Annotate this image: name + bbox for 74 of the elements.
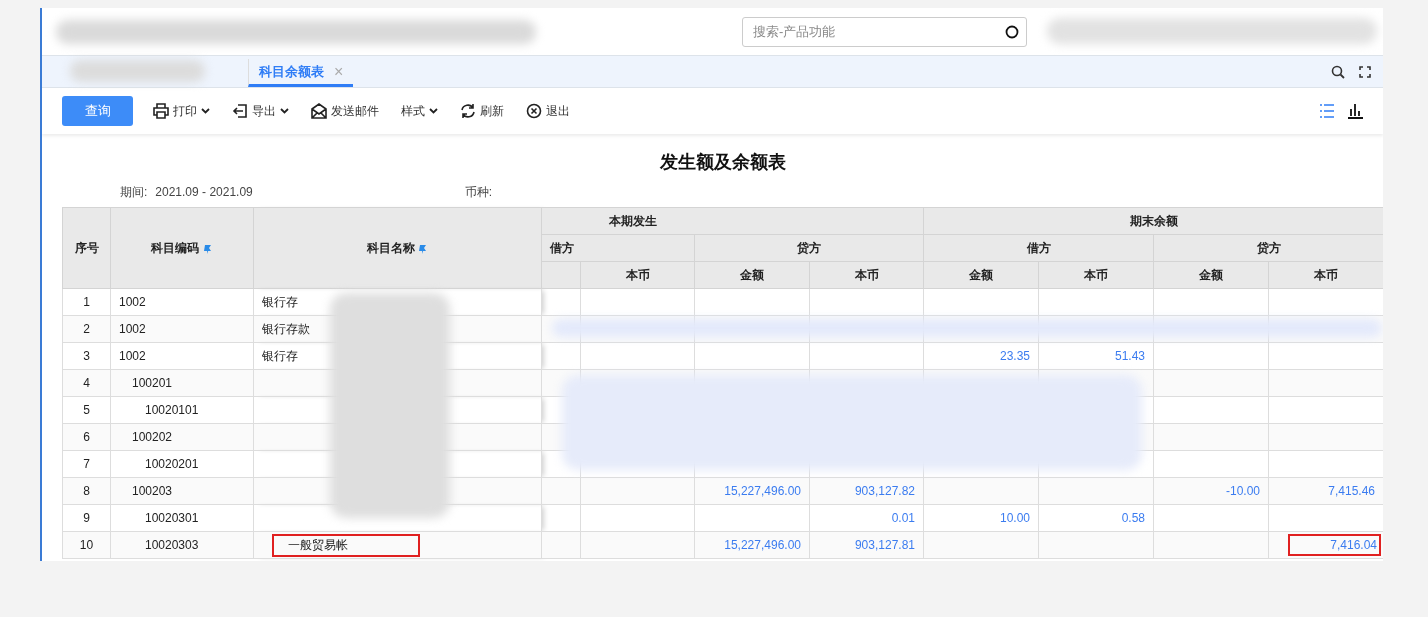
pin-icon[interactable] — [418, 242, 429, 254]
amount-value: 23.35 — [999, 349, 1030, 363]
row-number: 9 — [83, 511, 90, 525]
row-number: 5 — [83, 403, 90, 417]
column-group-header: 借方 — [541, 234, 695, 262]
account-name: 银行存款 — [262, 320, 310, 338]
envelope-icon — [311, 103, 327, 119]
amount-value: 7,416.04 — [1288, 534, 1381, 556]
account-code: 10020301 — [144, 511, 199, 525]
toolbar-button[interactable]: 发送邮件 — [311, 102, 379, 120]
row-number: 7 — [83, 457, 90, 471]
column-group-header: 借方 — [923, 234, 1154, 262]
row-number: 10 — [79, 538, 94, 552]
toolbar-button[interactable]: 退出 — [526, 102, 570, 120]
amount-value: 51.43 — [1114, 349, 1145, 363]
refresh-icon — [460, 103, 476, 119]
account-name: 银行存 — [262, 293, 298, 311]
column-header: 金额 — [1153, 261, 1269, 289]
period-value: 2021.09 - 2021.09 — [155, 185, 253, 199]
bar-chart-icon[interactable] — [1347, 103, 1363, 119]
account-code: 10020201 — [144, 457, 199, 471]
amount-value: 10.00 — [999, 511, 1030, 525]
amount-value: 15,227,496.00 — [724, 538, 801, 552]
column-header: 金额 — [694, 261, 810, 289]
account-code: 1002 — [119, 322, 146, 336]
row-number: 3 — [83, 349, 90, 363]
row-number: 1 — [83, 295, 90, 309]
account-name: 一般贸易帐 — [272, 533, 420, 557]
row-number: 4 — [83, 376, 90, 390]
column-header: 本币 — [1038, 261, 1154, 289]
column-group-header: 贷方 — [1153, 234, 1383, 262]
toolbar-button[interactable]: 打印 — [153, 102, 210, 120]
account-code: 100202 — [131, 430, 173, 444]
column-group-header: 贷方 — [694, 234, 924, 262]
toolbar-button[interactable]: 样式 — [401, 102, 438, 120]
amount-value: -10.00 — [1225, 484, 1260, 498]
currency-label: 币种: — [464, 183, 493, 201]
account-code: 10020101 — [144, 403, 199, 417]
column-group-header: 期末余额 — [923, 207, 1383, 235]
column-header: 金额 — [923, 261, 1039, 289]
column-group-header: 本期发生 — [541, 207, 924, 235]
list-view-icon[interactable] — [1319, 103, 1335, 119]
account-code: 100201 — [131, 376, 173, 390]
row-number: 6 — [83, 430, 90, 444]
period-label: 期间: — [120, 183, 148, 201]
amount-value: 903,127.81 — [854, 538, 915, 552]
account-code: 1002 — [119, 349, 146, 363]
row-number: 2 — [83, 322, 90, 336]
column-header[interactable]: 科目编码 — [110, 207, 254, 289]
account-code: 1002 — [119, 295, 146, 309]
search-field[interactable]: 搜索-产品功能 — [742, 16, 1027, 47]
toolbar-button[interactable]: 刷新 — [460, 102, 504, 120]
account-code: 100203 — [131, 484, 173, 498]
printer-icon — [153, 103, 169, 119]
amount-value: 7,415.46 — [1328, 484, 1375, 498]
amount-value: 0.01 — [891, 511, 915, 525]
column-header: 序号 — [62, 207, 111, 289]
column-header: 本币 — [580, 261, 695, 289]
toolbar-button[interactable]: 导出 — [232, 102, 289, 120]
amount-value: 0.58 — [1121, 511, 1145, 525]
account-name: 银行存 — [262, 347, 298, 365]
column-header[interactable]: 科目名称 — [253, 207, 542, 289]
tab[interactable]: 科目余额表 × — [248, 59, 354, 87]
amount-value: 903,127.82 — [854, 484, 915, 498]
fullscreen-icon[interactable] — [1359, 65, 1371, 78]
column-header: 本币 — [809, 261, 924, 289]
account-code: 10020303 — [144, 538, 199, 552]
report-title: 发生额及余额表 — [658, 151, 787, 174]
export-icon — [232, 103, 248, 119]
column-header: 本币 — [1268, 261, 1383, 289]
amount-value: 15,227,496.00 — [724, 484, 801, 498]
row-number: 8 — [83, 484, 90, 498]
pin-icon[interactable] — [202, 242, 213, 254]
close-circle-icon — [526, 103, 542, 119]
